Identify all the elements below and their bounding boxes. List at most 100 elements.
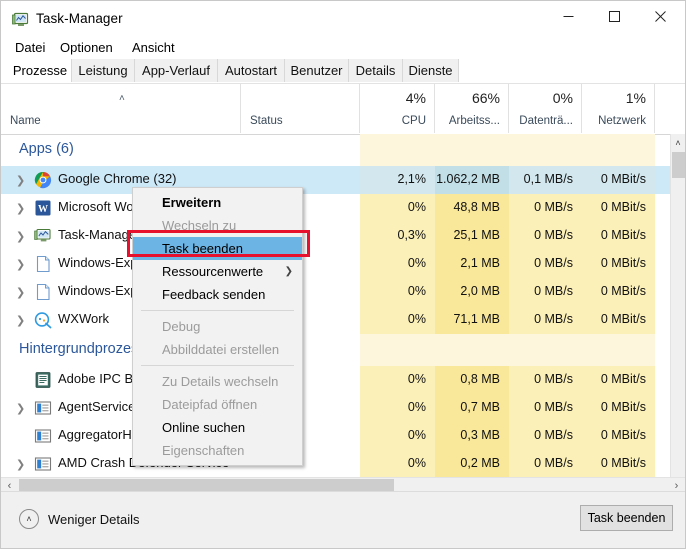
service-icon bbox=[34, 401, 52, 415]
column-header-network[interactable]: 1% Netzwerk bbox=[582, 84, 655, 133]
menu-item-label: Eigenschaften bbox=[162, 443, 245, 458]
word-icon: W bbox=[34, 199, 52, 217]
column-header-status[interactable]: Status bbox=[241, 84, 360, 133]
minimize-icon bbox=[563, 16, 573, 17]
service-icon bbox=[34, 429, 52, 443]
process-row[interactable]: ❯ Windows-Explorer 0% 2,0 MB 0 MB/s 0 MBit/s bbox=[1, 278, 670, 306]
process-row[interactable]: ❯ Google Chrome (32) 2,1% 1.062,2 MB 0,1 MB/… bbox=[1, 166, 670, 194]
process-row[interactable]: AggregatorHost 0% 0,3 MB 0 MB/s 0 MBit/s bbox=[1, 422, 670, 450]
group-row-band bbox=[509, 134, 582, 166]
chevron-right-icon[interactable]: ❯ bbox=[16, 402, 25, 415]
cell-memory: 2,1 MB bbox=[460, 256, 500, 270]
scroll-up-button[interactable]: ˄ bbox=[671, 134, 685, 151]
cell-memory: 0,3 MB bbox=[460, 428, 500, 442]
context-menu-item-online-suchen[interactable]: Online suchen bbox=[133, 416, 302, 439]
tab-leistung[interactable]: Leistung bbox=[72, 59, 135, 83]
cell-network: 0 MBit/s bbox=[600, 172, 646, 186]
context-menu-item-eigenschaften: Eigenschaften bbox=[133, 439, 302, 462]
footer-bar: ˄ Weniger Details Task beenden bbox=[1, 491, 685, 548]
menu-item-label: Abbilddatei erstellen bbox=[162, 342, 280, 357]
cell-memory: 0,8 MB bbox=[460, 372, 500, 386]
process-row[interactable]: ❯ AgentService 0% 0,7 MB 0 MB/s 0 MBit/s bbox=[1, 394, 670, 422]
column-header-disk[interactable]: 0% Datenträ... bbox=[509, 84, 582, 133]
chevron-right-icon[interactable]: ❯ bbox=[16, 174, 25, 187]
word-icon: W bbox=[35, 200, 51, 216]
cell-disk: 0 MB/s bbox=[534, 228, 573, 242]
column-label-name: Name bbox=[10, 115, 41, 127]
column-label-cpu: CPU bbox=[401, 115, 426, 127]
chevron-right-icon[interactable]: ❯ bbox=[16, 258, 25, 271]
menu-item-ansicht[interactable]: Ansicht bbox=[128, 39, 179, 57]
taskmanager-icon bbox=[34, 227, 52, 245]
column-label-network: Netzwerk bbox=[598, 115, 646, 127]
chrome-icon bbox=[34, 171, 52, 189]
taskmanager-icon bbox=[12, 12, 29, 28]
menu-bar: Datei Optionen Ansicht bbox=[1, 35, 685, 60]
group-background[interactable]: Hintergrundprozesse (92) bbox=[1, 334, 670, 366]
maximize-button[interactable] bbox=[591, 1, 637, 32]
process-list[interactable]: Apps (6) ❯ Google Chrome (32) 2,1% 1.062,2 M… bbox=[1, 134, 670, 493]
chevron-right-icon[interactable]: ❯ bbox=[16, 314, 25, 327]
tab-prozesse[interactable]: Prozesse bbox=[9, 59, 72, 83]
column-header-memory[interactable]: 66% Arbeitss... bbox=[435, 84, 509, 133]
group-row-band bbox=[435, 134, 509, 166]
context-menu-item-erweitern[interactable]: Erweitern bbox=[133, 191, 302, 214]
cell-network: 0 MBit/s bbox=[600, 284, 646, 298]
tab-benutzer[interactable]: Benutzer bbox=[285, 59, 349, 83]
process-row[interactable]: ❯ Windows-Explorer 0% 2,1 MB 0 MB/s 0 MBit/s bbox=[1, 250, 670, 278]
fewer-details-button[interactable]: ˄ Weniger Details bbox=[19, 509, 140, 529]
cell-disk: 0 MB/s bbox=[534, 400, 573, 414]
process-row[interactable]: ❯ W Microsoft Word 0% 48,8 MB 0 MB/s 0 MBit/s bbox=[1, 194, 670, 222]
chevron-right-icon[interactable]: ❯ bbox=[16, 230, 25, 243]
cell-network: 0 MBit/s bbox=[600, 372, 646, 386]
service-icon bbox=[34, 399, 52, 417]
close-button[interactable] bbox=[637, 1, 683, 32]
cell-cpu: 0% bbox=[407, 256, 426, 270]
cell-cpu: 0% bbox=[407, 200, 426, 214]
end-task-button[interactable]: Task beenden bbox=[580, 505, 673, 531]
document-icon bbox=[36, 255, 50, 273]
cell-cpu: 2,1% bbox=[397, 172, 427, 186]
group-row-band bbox=[582, 334, 655, 366]
tab-dienste[interactable]: Dienste bbox=[403, 59, 459, 83]
menu-item-datei[interactable]: Datei bbox=[11, 39, 49, 57]
context-menu-item-task-beenden[interactable]: Task beenden bbox=[133, 237, 302, 260]
process-row[interactable]: Adobe IPC Broker 0% 0,8 MB 0 MB/s 0 MBit/s bbox=[1, 366, 670, 394]
cell-cpu: 0% bbox=[407, 284, 426, 298]
column-header-cpu[interactable]: 4% CPU bbox=[360, 84, 435, 133]
wxwork-icon bbox=[34, 312, 52, 329]
cell-cpu: 0% bbox=[407, 456, 426, 470]
group-apps[interactable]: Apps (6) bbox=[1, 134, 670, 166]
process-row[interactable]: ❯AMD Crash Defender Service0%0,2 MB0 MB/… bbox=[1, 450, 670, 478]
vertical-scrollbar[interactable]: ˄ ˅ bbox=[670, 134, 685, 493]
cell-memory: 48,8 MB bbox=[453, 200, 500, 214]
column-label-status: Status bbox=[250, 115, 283, 127]
tab-details[interactable]: Details bbox=[349, 59, 403, 83]
cell-memory: 1.062,2 MB bbox=[436, 172, 500, 186]
group-row-band bbox=[360, 334, 435, 366]
vertical-scrollbar-thumb[interactable] bbox=[672, 152, 685, 178]
menu-item-optionen[interactable]: Optionen bbox=[56, 39, 117, 57]
menu-separator bbox=[141, 365, 294, 366]
column-usage-cpu: 4% bbox=[405, 90, 426, 106]
process-row[interactable]: ❯ WXWork 0% 71,1 MB 0 MB/s 0 MBit/s bbox=[1, 306, 670, 334]
chevron-right-icon[interactable]: ❯ bbox=[16, 458, 25, 471]
title-bar: Task-Manager bbox=[1, 1, 685, 38]
tab-autostart[interactable]: Autostart bbox=[218, 59, 285, 83]
tab-app-verlauf[interactable]: App-Verlauf bbox=[135, 59, 218, 83]
menu-item-label: Ressourcenwerte bbox=[162, 264, 264, 279]
context-menu-item-wechseln-zu: Wechseln zu bbox=[133, 214, 302, 237]
chevron-right-icon[interactable]: ❯ bbox=[16, 202, 25, 215]
cell-memory: 25,1 MB bbox=[453, 228, 500, 242]
context-menu-item-ressourcenwerte[interactable]: Ressourcenwerte ❯ bbox=[133, 260, 302, 283]
context-menu-item-dateipfad-öffnen: Dateipfad öffnen bbox=[133, 393, 302, 416]
process-name: AgentService bbox=[58, 399, 136, 414]
process-row[interactable]: ❯ Task-Manager 0,3% 25,1 MB 0 MB/s 0 MBit/s bbox=[1, 222, 670, 250]
chevron-right-icon[interactable]: ❯ bbox=[16, 286, 25, 299]
context-menu[interactable]: Erweitern Wechseln zu Task beenden Ressourc… bbox=[132, 187, 303, 466]
column-header-name[interactable]: Name ˄ bbox=[1, 84, 241, 133]
minimize-button[interactable] bbox=[545, 1, 591, 32]
context-menu-item-feedback-senden[interactable]: Feedback senden bbox=[133, 283, 302, 306]
menu-item-label: Online suchen bbox=[162, 420, 246, 435]
menu-item-label: Feedback senden bbox=[162, 287, 266, 302]
